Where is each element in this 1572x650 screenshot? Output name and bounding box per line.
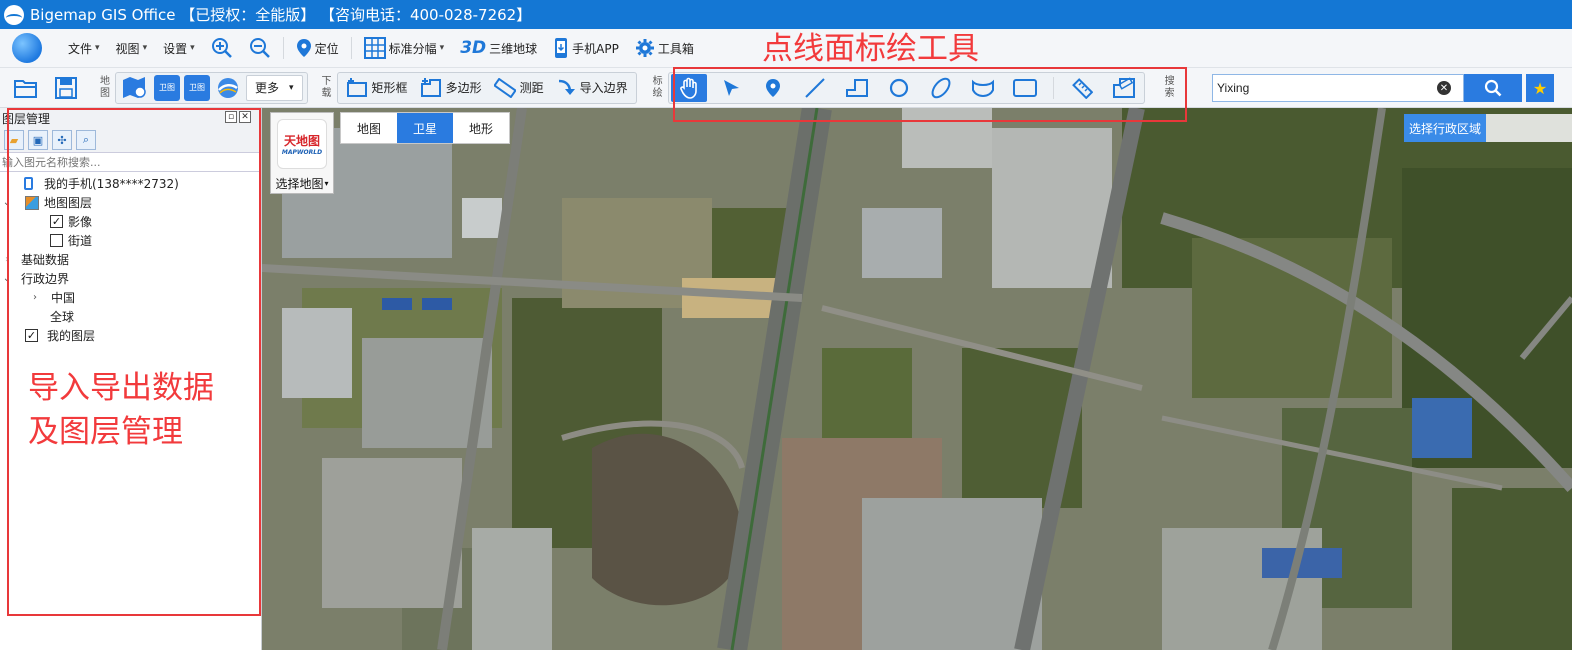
import-arrow-icon	[558, 79, 575, 95]
select-map-card[interactable]: 天地图 MAPWORLD 选择地图 ▾	[270, 112, 334, 194]
tab-terrain[interactable]: 地形	[453, 113, 509, 143]
menu-settings[interactable]: 设置 ▾	[155, 33, 203, 63]
place-search-input[interactable]	[1213, 76, 1433, 100]
chevron-down-icon: ▾	[190, 43, 195, 53]
draw-tools-highlight	[673, 67, 1187, 122]
map-source-group: 卫图 卫图 更多 ▾	[115, 71, 308, 104]
phone-icon	[555, 38, 568, 58]
save-button[interactable]	[50, 72, 82, 104]
satellite-imagery[interactable]	[262, 108, 1572, 650]
three-d-earth-button[interactable]: 3D 三维地球	[452, 33, 545, 63]
app-logo-icon	[4, 4, 24, 25]
google-earth-button[interactable]	[214, 72, 242, 104]
polygon-button[interactable]: 多边形	[416, 74, 486, 102]
chevron-down-icon: ▾	[439, 43, 445, 53]
toolbox-button[interactable]: 工具箱	[627, 33, 702, 63]
rect-frame-button[interactable]: 矩形框	[342, 74, 412, 102]
standard-sheet-button[interactable]: 标准分幅 ▾	[356, 33, 453, 63]
chevron-down-icon: ▾	[95, 43, 100, 53]
zoom-out-button[interactable]	[241, 33, 279, 63]
favorites-button[interactable]: ★	[1526, 74, 1554, 102]
search-icon	[1484, 79, 1502, 97]
tianditu-logo: 天地图 MAPWORLD	[277, 119, 327, 169]
place-search-field: ✕	[1212, 74, 1464, 102]
layer-panel-highlight	[7, 108, 261, 616]
search-button[interactable]	[1464, 74, 1522, 102]
satellite-source-button-2[interactable]: 卫图	[184, 74, 210, 101]
save-icon	[55, 76, 77, 99]
rect-frame-icon	[346, 77, 367, 97]
divider	[350, 37, 352, 59]
three-d-icon: 3D	[460, 38, 487, 58]
measure-distance-button[interactable]: 测距	[490, 74, 548, 102]
zoom-out-icon	[249, 38, 270, 58]
satellite-source-button-1[interactable]: 卫图	[154, 74, 180, 101]
map-folded-icon	[123, 76, 146, 98]
select-map-label: 选择地图 ▾	[275, 177, 329, 191]
map-source-button[interactable]	[120, 72, 150, 104]
clear-search-icon[interactable]: ✕	[1437, 81, 1451, 95]
draw-group-label: 标绘	[652, 75, 663, 99]
map-type-tabs: 地图 卫星 地形	[340, 112, 510, 144]
region-selector-strip[interactable]	[1486, 114, 1572, 142]
grid-icon	[363, 37, 386, 59]
menu-view[interactable]: 视图 ▾	[108, 33, 156, 63]
draw-tools-annotation: 点线面标绘工具	[762, 31, 979, 67]
locate-button[interactable]: 定位	[288, 33, 347, 63]
globe-icon	[218, 77, 238, 98]
tab-map[interactable]: 地图	[341, 113, 397, 143]
import-boundary-button[interactable]: 导入边界	[552, 74, 632, 102]
tab-satellite[interactable]: 卫星	[397, 113, 453, 143]
mobile-app-button[interactable]: 手机APP	[545, 33, 627, 63]
app-brand-icon[interactable]	[12, 33, 42, 63]
map-group-label: 地图	[100, 75, 110, 99]
download-group-label: 下载	[321, 75, 332, 99]
title-bar: Bigemap GIS Office 【已授权：全能版】 【咨询电话：400-0…	[0, 0, 1572, 29]
location-pin-icon	[296, 39, 311, 57]
polygon-icon	[420, 77, 441, 97]
more-sources-dropdown[interactable]: 更多 ▾	[246, 74, 303, 101]
divider	[282, 37, 284, 59]
menu-file[interactable]: 文件 ▾	[60, 33, 108, 63]
chevron-down-icon: ▾	[324, 179, 329, 188]
ruler-icon	[493, 77, 516, 98]
folder-open-icon	[14, 79, 37, 98]
chevron-down-icon: ▾	[289, 82, 294, 93]
window-title: Bigemap GIS Office 【已授权：全能版】 【咨询电话：400-0…	[30, 6, 532, 24]
download-group: 矩形框 多边形 测距 导入边界	[336, 71, 637, 104]
select-region-button[interactable]: 选择行政区域	[1404, 114, 1486, 142]
star-icon: ★	[1532, 78, 1548, 98]
chevron-down-icon: ▾	[142, 43, 148, 53]
open-file-button[interactable]	[10, 72, 42, 104]
map-view[interactable]	[262, 108, 1572, 650]
layers-annotation-line-1: 导入导出数据	[28, 370, 214, 406]
zoom-in-icon	[211, 38, 232, 58]
gear-icon	[635, 39, 654, 57]
layers-annotation-line-2: 及图层管理	[28, 414, 183, 450]
zoom-in-button[interactable]	[203, 33, 241, 63]
